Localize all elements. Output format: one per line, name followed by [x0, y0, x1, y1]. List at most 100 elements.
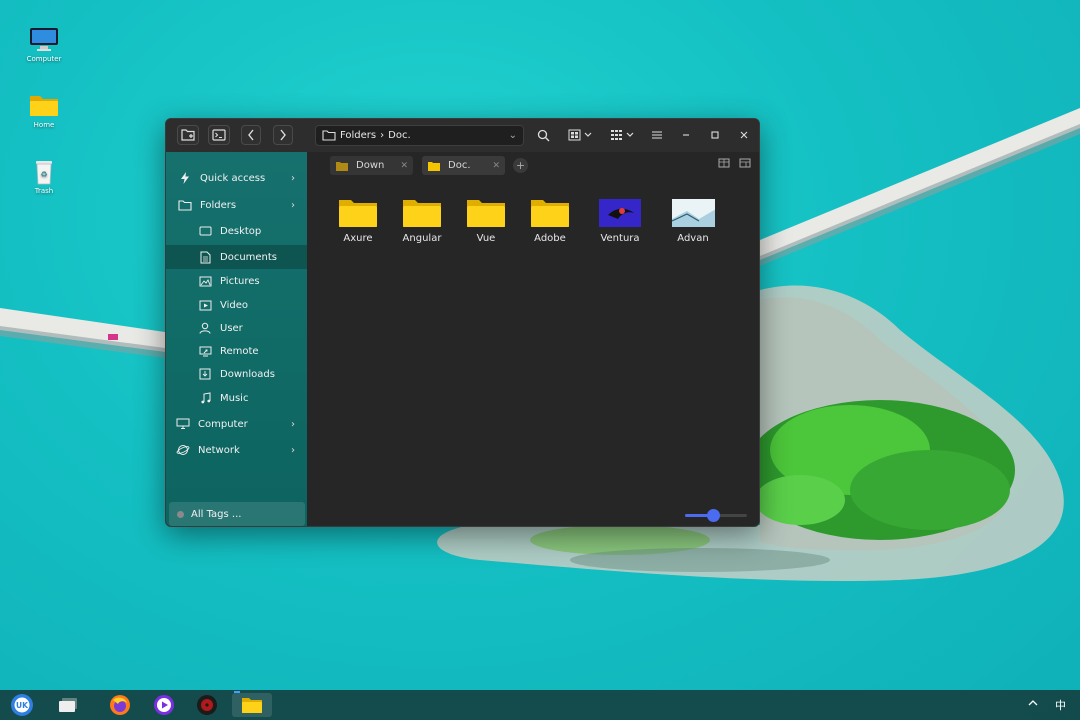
tab-down[interactable]: Down ✕	[330, 156, 413, 175]
minimize-button[interactable]	[675, 125, 697, 145]
sidebar-item-label: User	[220, 322, 243, 334]
sidebar-item-label: Video	[220, 299, 249, 311]
tab-label: Down	[356, 160, 385, 171]
desktop-icon-label: Home	[33, 121, 55, 129]
remote-icon	[198, 344, 212, 358]
media-player-button[interactable]	[150, 693, 178, 717]
lightning-icon	[178, 171, 192, 185]
file-item-adobe[interactable]: Adobe	[522, 192, 578, 244]
folder-icon	[336, 197, 380, 229]
new-folder-icon	[181, 129, 195, 141]
zoom-slider-handle[interactable]	[706, 509, 720, 522]
chevron-right-icon[interactable]: ›	[291, 200, 295, 211]
music-icon	[198, 391, 212, 405]
view-mode-button[interactable]	[566, 125, 596, 145]
maximize-button[interactable]	[704, 125, 726, 145]
split-view-button[interactable]	[716, 156, 732, 170]
sidebar-item-music[interactable]: Music	[166, 386, 307, 410]
new-folder-button[interactable]	[177, 125, 199, 145]
desktop-icon	[198, 224, 212, 238]
sidebar-item-downloads[interactable]: Downloads	[166, 362, 307, 386]
music-disc-icon	[197, 695, 217, 715]
zoom-slider[interactable]	[685, 509, 747, 522]
sidebar-item-pictures[interactable]: Pictures	[166, 269, 307, 293]
svg-text:UK: UK	[16, 701, 29, 710]
file-item-ventura[interactable]: Ventura	[585, 192, 655, 244]
file-item-advan[interactable]: Advan	[658, 192, 728, 244]
plus-icon: +	[515, 159, 526, 172]
music-player-button[interactable]	[193, 693, 221, 717]
close-tab-icon[interactable]: ✕	[492, 161, 500, 171]
sidebar-item-user[interactable]: User	[166, 316, 307, 340]
tag-dot-icon	[177, 510, 184, 518]
chevron-up-icon[interactable]	[1027, 698, 1039, 711]
breadcrumb-separator: ›	[380, 130, 385, 141]
sidebar-item-label: Network	[198, 444, 240, 456]
close-button[interactable]	[733, 125, 755, 145]
sidebar-item-documents[interactable]: Documents	[166, 245, 307, 269]
grid-sort-icon	[611, 130, 634, 140]
start-menu-icon: UK	[11, 694, 33, 716]
tab-label: Doc.	[448, 160, 471, 171]
terminal-button[interactable]	[208, 125, 230, 145]
chevron-down-icon[interactable]: ⌄	[509, 130, 517, 141]
add-tab-button[interactable]: +	[513, 158, 528, 173]
minimize-icon	[683, 134, 689, 136]
menu-button[interactable]	[646, 125, 668, 145]
details-panel-button[interactable]	[737, 156, 753, 170]
monitor-icon	[29, 26, 59, 52]
desktop-icon-home[interactable]: Home	[14, 92, 74, 129]
sidebar-item-label: Computer	[198, 418, 248, 430]
chevron-right-icon[interactable]: ›	[291, 419, 295, 430]
back-button[interactable]	[241, 125, 261, 145]
file-manager-button[interactable]	[232, 691, 272, 717]
all-tags-button[interactable]: All Tags ...	[169, 502, 305, 526]
desktop-icon-computer[interactable]: Computer	[14, 26, 74, 63]
file-name: Advan	[677, 233, 709, 244]
input-method-indicator[interactable]: 中	[1055, 697, 1066, 713]
sidebar-item-computer[interactable]: Computer ›	[166, 412, 307, 436]
split-view-icon	[718, 158, 730, 168]
sidebar-item-network[interactable]: Network ›	[166, 438, 307, 462]
folder-outline-icon	[178, 198, 192, 212]
multitask-view-button[interactable]	[54, 693, 82, 717]
search-icon	[537, 129, 549, 141]
desktop-icon-trash[interactable]: ♻ Trash	[14, 158, 74, 195]
sidebar-item-quick-access[interactable]: Quick access ›	[166, 166, 307, 190]
file-manager-window: Folders › Doc. ⌄ Quick access › Folders …	[165, 118, 760, 527]
path-bar[interactable]: Folders › Doc. ⌄	[315, 125, 524, 146]
sidebar-item-remote[interactable]: Remote	[166, 339, 307, 363]
breadcrumb-root[interactable]: Folders	[340, 130, 376, 141]
sidebar-item-label: Folders	[200, 199, 237, 211]
breadcrumb-current[interactable]: Doc.	[388, 130, 411, 141]
sidebar-item-label: Music	[220, 392, 249, 404]
file-item-axure[interactable]: Axure	[330, 192, 386, 244]
file-name: Ventura	[600, 233, 640, 244]
chevron-right-icon	[280, 129, 286, 141]
sidebar-item-label: Remote	[220, 345, 259, 357]
download-icon	[198, 367, 212, 381]
taskbar: UK 中	[0, 690, 1080, 720]
sidebar-item-folders[interactable]: Folders ›	[166, 193, 307, 217]
chevron-right-icon[interactable]: ›	[291, 445, 295, 456]
file-item-angular[interactable]: Angular	[394, 192, 450, 244]
sidebar-item-desktop[interactable]: Desktop	[166, 219, 307, 243]
search-button[interactable]	[532, 125, 554, 145]
sidebar-item-video[interactable]: Video	[166, 293, 307, 317]
folder-icon	[528, 197, 572, 229]
sort-button[interactable]	[608, 125, 638, 145]
chevron-right-icon[interactable]: ›	[291, 173, 295, 184]
media-player-icon	[154, 695, 174, 715]
file-name: Adobe	[534, 233, 566, 244]
details-panel-icon	[739, 158, 751, 168]
hamburger-menu-icon	[652, 131, 662, 139]
tab-doc[interactable]: Doc. ✕	[422, 156, 505, 175]
forward-button[interactable]	[273, 125, 293, 145]
svg-text:♻: ♻	[40, 170, 47, 179]
firefox-button[interactable]	[106, 693, 134, 717]
file-name: Axure	[343, 233, 373, 244]
start-menu-button[interactable]: UK	[8, 693, 36, 717]
title-bar: Folders › Doc. ⌄	[166, 119, 759, 152]
close-tab-icon[interactable]: ✕	[400, 161, 408, 171]
file-item-vue[interactable]: Vue	[458, 192, 514, 244]
